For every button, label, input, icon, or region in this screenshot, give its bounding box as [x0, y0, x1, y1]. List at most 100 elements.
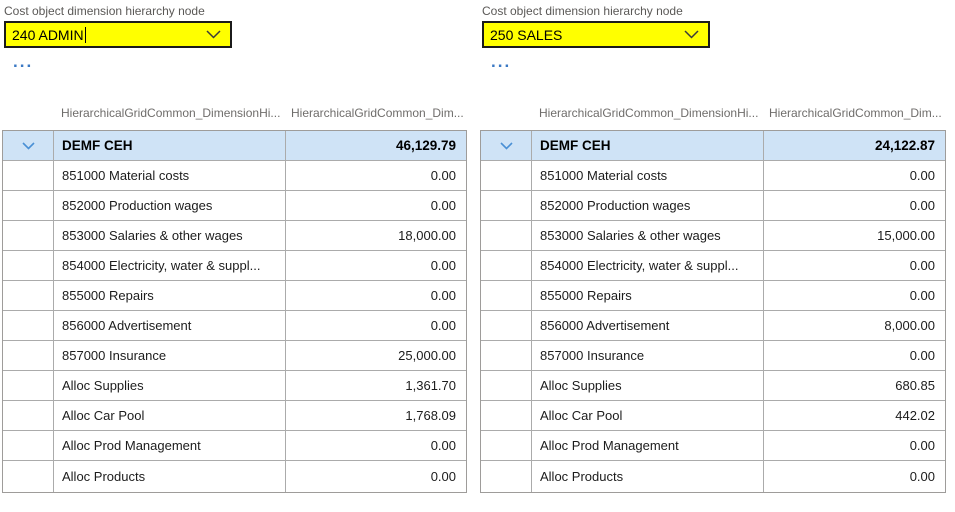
row-selector-cell[interactable]	[481, 161, 532, 190]
row-selector-cell[interactable]	[481, 281, 532, 310]
row-selector-cell[interactable]	[3, 221, 54, 250]
cost-value-cell[interactable]: 24,122.87	[764, 131, 945, 160]
cost-element-name-cell[interactable]: 853000 Salaries & other wages	[54, 221, 286, 250]
cost-value-cell[interactable]: 442.02	[764, 401, 945, 430]
cost-value-cell[interactable]: 1,361.70	[286, 371, 466, 400]
row-selector-cell[interactable]	[481, 311, 532, 340]
cost-element-name-cell[interactable]: 856000 Advertisement	[54, 311, 286, 340]
cost-element-name-cell[interactable]: 856000 Advertisement	[532, 311, 764, 340]
cost-value-cell[interactable]: 25,000.00	[286, 341, 466, 370]
cost-element-name-cell[interactable]: Alloc Car Pool	[54, 401, 286, 430]
cost-value-cell[interactable]: 0.00	[286, 161, 466, 190]
table-row[interactable]: 853000 Salaries & other wages15,000.00	[481, 221, 945, 251]
cost-element-name-cell[interactable]: Alloc Products	[54, 461, 286, 492]
chevron-down-icon[interactable]	[206, 30, 221, 39]
row-selector-cell[interactable]	[3, 431, 54, 460]
cost-value-cell[interactable]: 0.00	[286, 461, 466, 492]
table-row[interactable]: 856000 Advertisement8,000.00	[481, 311, 945, 341]
row-selector-cell[interactable]	[3, 251, 54, 280]
cost-value-cell[interactable]: 46,129.79	[286, 131, 466, 160]
hierarchy-node-combobox[interactable]: 250 SALES	[482, 21, 710, 48]
chevron-down-icon[interactable]	[684, 30, 699, 39]
cost-element-name-cell[interactable]: 852000 Production wages	[532, 191, 764, 220]
table-row[interactable]: 851000 Material costs0.00	[3, 161, 466, 191]
cost-element-name-cell[interactable]: 852000 Production wages	[54, 191, 286, 220]
cost-element-name-cell[interactable]: Alloc Prod Management	[532, 431, 764, 460]
table-row[interactable]: Alloc Products0.00	[3, 461, 466, 492]
more-options-button[interactable]: ...	[13, 53, 33, 70]
table-row[interactable]: 855000 Repairs0.00	[3, 281, 466, 311]
cost-value-cell[interactable]: 18,000.00	[286, 221, 466, 250]
table-row-selected[interactable]: DEMF CEH24,122.87	[481, 131, 945, 161]
cost-element-name-cell[interactable]: 854000 Electricity, water & suppl...	[532, 251, 764, 280]
table-row[interactable]: Alloc Prod Management0.00	[3, 431, 466, 461]
table-row[interactable]: 851000 Material costs0.00	[481, 161, 945, 191]
table-row[interactable]: 854000 Electricity, water & suppl...0.00	[3, 251, 466, 281]
row-selector-cell[interactable]	[481, 401, 532, 430]
table-row[interactable]: 855000 Repairs0.00	[481, 281, 945, 311]
cost-value-cell[interactable]: 0.00	[286, 251, 466, 280]
cost-value-cell[interactable]: 1,768.09	[286, 401, 466, 430]
cost-element-name-cell[interactable]: DEMF CEH	[532, 131, 764, 160]
row-selector-cell[interactable]	[481, 251, 532, 280]
cost-element-name-cell[interactable]: 853000 Salaries & other wages	[532, 221, 764, 250]
cost-element-name-cell[interactable]: Alloc Products	[532, 461, 764, 492]
column-header-value[interactable]: HierarchicalGridCommon_Dim...	[763, 106, 946, 120]
row-selector-cell[interactable]	[3, 341, 54, 370]
table-row[interactable]: Alloc Products0.00	[481, 461, 945, 492]
cost-value-cell[interactable]: 15,000.00	[764, 221, 945, 250]
hierarchy-node-combobox[interactable]: 240 ADMIN	[4, 21, 232, 48]
table-row[interactable]: 852000 Production wages0.00	[481, 191, 945, 221]
table-row-selected[interactable]: DEMF CEH46,129.79	[3, 131, 466, 161]
cost-element-name-cell[interactable]: DEMF CEH	[54, 131, 286, 160]
row-selector-cell[interactable]	[481, 341, 532, 370]
row-selector-cell[interactable]	[3, 131, 54, 160]
more-options-button[interactable]: ...	[491, 53, 511, 70]
column-header-dimension[interactable]: HierarchicalGridCommon_DimensionHi...	[531, 106, 763, 120]
table-row[interactable]: Alloc Car Pool1,768.09	[3, 401, 466, 431]
column-header-value[interactable]: HierarchicalGridCommon_Dim...	[285, 106, 467, 120]
cost-value-cell[interactable]: 0.00	[764, 191, 945, 220]
row-selector-cell[interactable]	[481, 431, 532, 460]
cost-value-cell[interactable]: 0.00	[764, 341, 945, 370]
row-selector-cell[interactable]	[3, 371, 54, 400]
cost-element-name-cell[interactable]: Alloc Car Pool	[532, 401, 764, 430]
cost-value-cell[interactable]: 0.00	[764, 251, 945, 280]
table-row[interactable]: Alloc Car Pool442.02	[481, 401, 945, 431]
cost-element-name-cell[interactable]: 857000 Insurance	[532, 341, 764, 370]
cost-value-cell[interactable]: 0.00	[286, 281, 466, 310]
cost-element-name-cell[interactable]: Alloc Prod Management	[54, 431, 286, 460]
row-selector-cell[interactable]	[481, 461, 532, 492]
cost-element-name-cell[interactable]: 854000 Electricity, water & suppl...	[54, 251, 286, 280]
cost-element-name-cell[interactable]: Alloc Supplies	[532, 371, 764, 400]
cost-value-cell[interactable]: 680.85	[764, 371, 945, 400]
column-header-dimension[interactable]: HierarchicalGridCommon_DimensionHi...	[53, 106, 285, 120]
table-row[interactable]: 856000 Advertisement0.00	[3, 311, 466, 341]
cost-element-name-cell[interactable]: 851000 Material costs	[532, 161, 764, 190]
cost-element-name-cell[interactable]: Alloc Supplies	[54, 371, 286, 400]
table-row[interactable]: Alloc Supplies680.85	[481, 371, 945, 401]
cost-value-cell[interactable]: 0.00	[764, 461, 945, 492]
row-selector-cell[interactable]	[3, 311, 54, 340]
table-row[interactable]: 853000 Salaries & other wages18,000.00	[3, 221, 466, 251]
cost-value-cell[interactable]: 0.00	[286, 431, 466, 460]
table-row[interactable]: Alloc Prod Management0.00	[481, 431, 945, 461]
row-selector-cell[interactable]	[3, 461, 54, 492]
row-selector-cell[interactable]	[3, 281, 54, 310]
table-row[interactable]: 857000 Insurance25,000.00	[3, 341, 466, 371]
table-row[interactable]: 857000 Insurance0.00	[481, 341, 945, 371]
table-row[interactable]: Alloc Supplies1,361.70	[3, 371, 466, 401]
cost-value-cell[interactable]: 0.00	[286, 191, 466, 220]
cost-element-name-cell[interactable]: 855000 Repairs	[532, 281, 764, 310]
table-row[interactable]: 852000 Production wages0.00	[3, 191, 466, 221]
cost-element-name-cell[interactable]: 855000 Repairs	[54, 281, 286, 310]
row-selector-cell[interactable]	[481, 131, 532, 160]
cost-element-name-cell[interactable]: 851000 Material costs	[54, 161, 286, 190]
row-selector-cell[interactable]	[481, 221, 532, 250]
row-selector-cell[interactable]	[3, 191, 54, 220]
row-selector-cell[interactable]	[3, 161, 54, 190]
cost-value-cell[interactable]: 8,000.00	[764, 311, 945, 340]
cost-element-name-cell[interactable]: 857000 Insurance	[54, 341, 286, 370]
row-selector-cell[interactable]	[481, 191, 532, 220]
cost-value-cell[interactable]: 0.00	[764, 431, 945, 460]
